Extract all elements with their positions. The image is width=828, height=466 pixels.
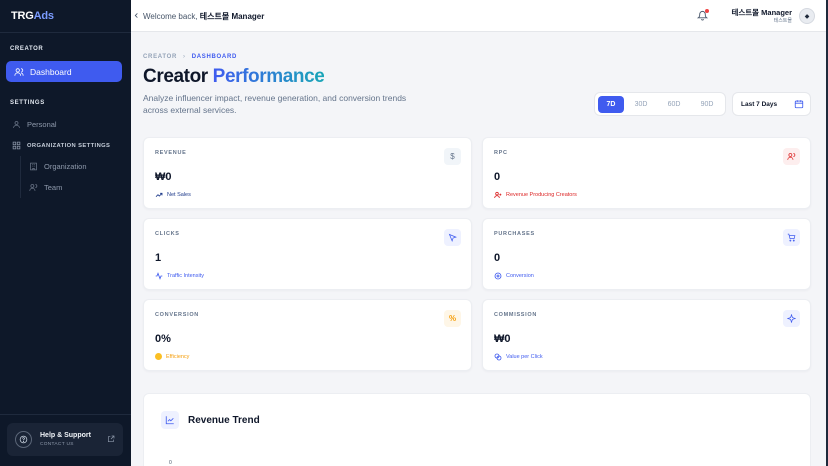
metric-value: ₩0 [494,333,511,345]
breadcrumb-root[interactable]: CREATOR [143,54,177,60]
page-title: Creator Performance [143,66,325,88]
date-range-button[interactable]: Last 7 Days [732,92,811,116]
metric-footnote: Value per Click [494,353,543,361]
chart-icon [161,411,179,429]
metric-label: REVENUE [155,150,187,156]
metric-card-revenue: REVENUE $ ₩0 Net Sales [143,137,472,209]
metric-value: 0 [494,252,501,264]
calendar-icon [794,100,804,109]
metric-card-commission: COMMISSION ₩0 Value per Click [482,299,811,371]
metric-card-clicks: CLICKS 1 Traffic Intensity [143,218,472,290]
sidebar-item-org-settings[interactable]: ORGANIZATION SETTINGS [12,141,110,150]
sidebar-item-dashboard[interactable]: Dashboard [6,61,122,82]
cursor-icon [444,229,461,246]
metric-value: 0 [494,171,501,183]
users-icon [14,67,24,76]
coins-icon [494,353,502,361]
sidebar-item-personal[interactable]: Personal [12,120,57,129]
user-icon [13,121,20,128]
sidebar-item-team[interactable]: Team [29,183,62,192]
range-90d-button[interactable]: 90D [694,96,720,113]
metric-card-conversion: CONVERSION % 0% Efficiency [143,299,472,371]
external-link-icon [108,435,115,442]
metric-label: PURCHASES [494,231,535,237]
help-icon [15,431,32,448]
metric-card-rpc: RPC 0 Revenue Producing Creators [482,137,811,209]
metric-footnote: Net Sales [155,191,191,199]
metric-label: CLICKS [155,231,180,237]
divider [0,414,131,415]
user-role: 테스트몰 [773,18,792,24]
metric-label: RPC [494,150,508,156]
date-range-label: Last 7 Days [741,101,778,108]
help-support-button[interactable]: Help & Support CONTACT US [7,423,123,456]
range-selector: 7D 30D 60D 90D [594,92,726,116]
sidebar: TRGAds CREATOR Dashboard SETTINGS Person… [0,0,131,466]
sidebar-item-label: Dashboard [30,66,72,77]
brand-name: TRG [11,10,34,22]
notification-dot [705,9,709,13]
breadcrumb-current: DASHBOARD [191,54,238,60]
tree-line [20,156,21,198]
metric-footnote-text: Value per Click [506,354,543,360]
breadcrumb: CREATOR › DASHBOARD [143,54,237,60]
revenue-trend-title: Revenue Trend [188,415,260,426]
welcome-name: 테스트몰 Manager [199,12,265,21]
topbar: Welcome back, 테스트몰 Manager 테스트몰 Manager … [131,0,828,32]
help-title: Help & Support [40,432,91,439]
page-title-accent: Performance [212,66,325,87]
team-icon [29,184,38,191]
welcome-prefix: Welcome back, [143,12,198,21]
metric-footnote-text: Efficiency [166,353,190,360]
sidebar-item-label: Organization [44,162,87,171]
building-icon [30,162,37,171]
brand-logo[interactable]: TRGAds [11,10,54,22]
trend-up-icon [155,192,163,197]
percent-icon: % [444,310,461,327]
y-axis-tick: 0 [169,460,172,466]
welcome-text: Welcome back, 테스트몰 Manager [143,11,264,22]
page-title-main: Creator [143,66,208,87]
metric-value: 1 [155,252,162,264]
metric-value: ₩0 [155,171,172,183]
divider [0,32,131,33]
grid-icon [12,141,21,150]
metric-footnote: Revenue Producing Creators [494,191,577,199]
help-subtitle: CONTACT US [40,442,74,447]
sidebar-item-label: Team [44,183,63,192]
metric-label: COMMISSION [494,312,538,318]
sparkle-icon [783,310,800,327]
range-30d-button[interactable]: 30D [628,96,654,113]
sidebar-item-organization[interactable]: Organization [29,162,87,171]
metric-value: 0% [155,333,171,345]
metric-footnote-text: Revenue Producing Creators [506,192,577,198]
target-icon [494,272,502,280]
status-dot-icon [155,353,162,360]
cart-icon [783,229,800,246]
activity-icon [155,272,163,280]
metric-footnote-text: Conversion [506,273,534,279]
metric-footnote: Conversion [494,272,534,280]
sidebar-item-label: Personal [27,120,57,129]
revenue-trend-panel: Revenue Trend 0 [143,393,811,466]
avatar[interactable]: ◆ [799,8,815,24]
metric-card-purchases: PURCHASES 0 Conversion [482,218,811,290]
user-plus-icon [494,191,502,199]
dollar-icon: $ [444,148,461,165]
sidebar-item-label: ORGANIZATION SETTINGS [27,142,111,149]
metric-footnote: Efficiency [155,353,189,360]
metric-footnote-text: Net Sales [167,192,191,198]
section-title-creator: CREATOR [10,46,44,52]
metric-label: CONVERSION [155,312,199,318]
section-title-settings: SETTINGS [10,100,45,106]
range-7d-button[interactable]: 7D [598,96,624,113]
breadcrumb-separator: › [183,54,186,60]
metric-footnote: Traffic Intensity [155,272,204,280]
metric-footnote-text: Traffic Intensity [167,273,204,279]
page-subtitle: Analyze influencer impact, revenue gener… [143,93,407,115]
chevron-left-icon[interactable] [133,11,140,20]
brand-suffix: Ads [33,10,54,22]
range-60d-button[interactable]: 60D [661,96,687,113]
users-icon [783,148,800,165]
